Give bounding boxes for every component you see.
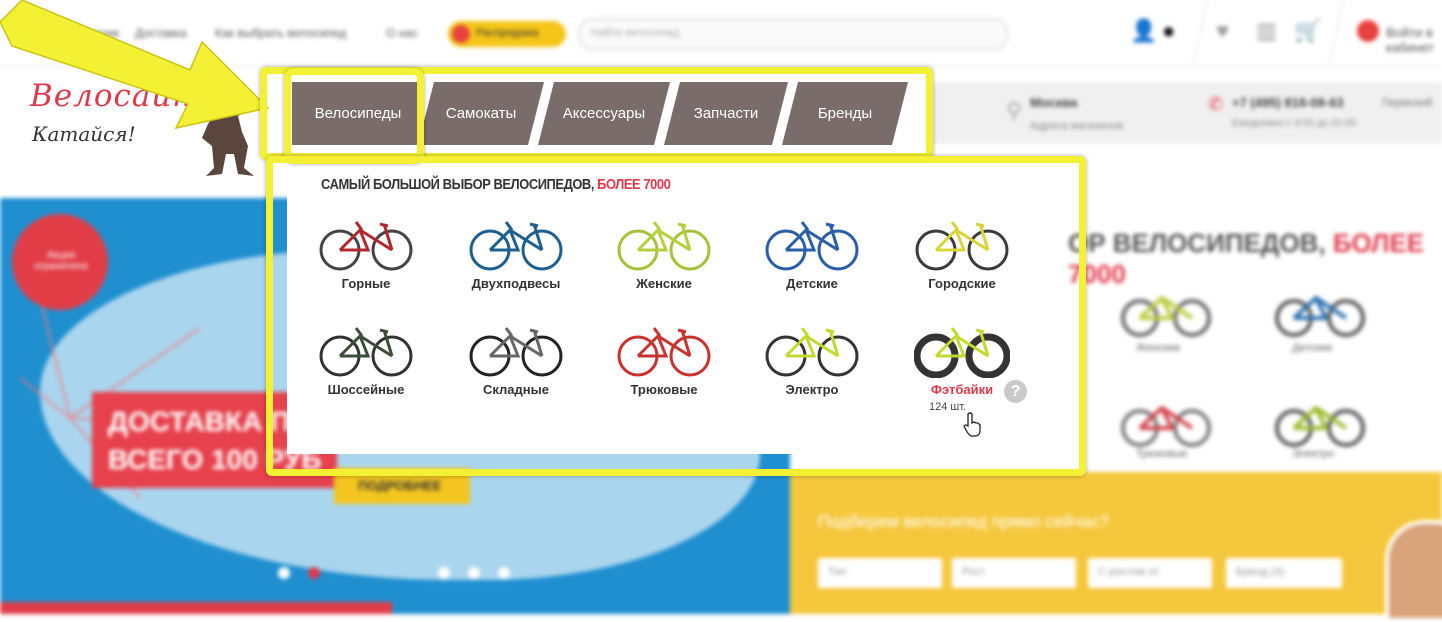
bike-thumb[interactable] [1118, 392, 1214, 448]
compare-icon[interactable]: ▥ [1256, 18, 1277, 44]
percent-icon [452, 25, 470, 43]
contact-bar [925, 82, 1442, 144]
category-label: Женские [636, 276, 692, 291]
phone-extra: Пермский [1382, 97, 1433, 109]
category-label[interactable]: Женские [1136, 342, 1181, 354]
hand-cursor-icon [963, 412, 981, 437]
bike-image [914, 327, 1010, 378]
user-icon[interactable]: 👤 [1130, 18, 1157, 44]
slider-dot-active[interactable] [308, 567, 320, 579]
phone-icon: ✆ [1208, 94, 1224, 114]
bike-thumb[interactable] [1272, 282, 1368, 338]
category-label[interactable]: Электро [1292, 448, 1334, 460]
nav-item-parts[interactable]: Запчасти [664, 82, 788, 145]
category-3[interactable]: Женские [594, 212, 734, 291]
category-label: Электро [785, 382, 839, 397]
divider [1329, 0, 1344, 62]
city-name[interactable]: Москва [1030, 95, 1077, 110]
store-addresses-link[interactable]: Адреса магазинов [1030, 120, 1123, 132]
category-6[interactable]: Шоссейные [296, 318, 436, 397]
promo-label: Распродажа [476, 27, 539, 39]
bike-thumb[interactable] [1272, 392, 1368, 448]
cart-icon[interactable]: 🛒 [1294, 18, 1321, 44]
category-label[interactable]: Трюковые [1136, 448, 1187, 460]
search-placeholder: Найти велосипед [591, 27, 680, 39]
category-label: Горные [341, 276, 391, 291]
phone-number[interactable]: +7 (495) 818-08-63 [1232, 95, 1344, 110]
category-9[interactable]: Электро [742, 318, 882, 397]
category-2[interactable]: Двухподвесы [446, 212, 586, 291]
nav-item-accessories[interactable]: Аксессуары [538, 82, 670, 145]
bottom-banner-strip [0, 602, 392, 614]
divider [1193, 0, 1208, 62]
nav-item-scooters[interactable]: Самокаты [418, 82, 544, 145]
fatbike-count: 124 шт. [929, 401, 967, 413]
bike-image [765, 221, 859, 271]
category-8[interactable]: Трюковые [594, 318, 734, 397]
help-icon[interactable]: ? [1004, 380, 1027, 403]
picker-select-from[interactable]: С ростом от [1088, 558, 1212, 588]
category-label: Детские [786, 276, 838, 291]
nav-item-brands[interactable]: Бренды [782, 82, 908, 145]
pointer-arrow-graphic [0, 0, 270, 130]
picker-select-type[interactable]: Тип [818, 558, 942, 588]
profile-dot-icon[interactable]: ● [1162, 18, 1175, 44]
search-input[interactable]: Найти велосипед [578, 18, 1008, 50]
bike-image [469, 221, 563, 271]
picker-select-brand[interactable]: Бренд (4) [1226, 558, 1342, 588]
right-section-heading: ОР ВЕЛОСИПЕДОВ, БОЛЕЕ 7000 [1068, 228, 1425, 289]
dropdown-heading: Самый большой выбор велосипедов, более 7… [321, 176, 671, 193]
bike-image [469, 327, 563, 377]
category-label: Шоссейные [327, 382, 405, 397]
bike-image [765, 327, 859, 377]
slider-dot[interactable] [468, 567, 480, 579]
slider-dot[interactable] [278, 567, 290, 579]
login-link[interactable]: Войти в кабинет [1386, 25, 1442, 55]
working-hours: Ежедневно с 9:00 до 21:00 [1232, 118, 1357, 129]
toplink-about[interactable]: О нас [386, 26, 418, 40]
login-icon[interactable] [1357, 20, 1379, 42]
slider-dot[interactable] [438, 567, 450, 579]
bike-thumb[interactable] [1118, 282, 1214, 338]
category-1[interactable]: Горные [296, 212, 436, 291]
bike-image [617, 221, 711, 271]
consultant-avatar [1385, 520, 1442, 622]
nav-active-highlight [284, 68, 424, 164]
bike-picker-title: Подберем велосипед прямо сейчас? [818, 512, 1110, 531]
category-label: Двухподвесы [471, 276, 561, 291]
category-label: Складные [483, 382, 549, 397]
slider-dot[interactable] [498, 567, 510, 579]
promo-button[interactable]: Распродажа [448, 21, 566, 47]
category-7[interactable]: Складные [446, 318, 586, 397]
picker-select-height[interactable]: Рост [952, 558, 1076, 588]
category-label: Городские [928, 276, 996, 291]
bike-image [319, 327, 413, 377]
promo-badge: Акция ограничена [12, 214, 108, 310]
bike-image [915, 221, 1009, 271]
bike-image [617, 327, 711, 377]
category-label[interactable]: Детские [1292, 342, 1333, 354]
bike-image [319, 221, 413, 271]
location-pin-icon: ⚲ [1006, 98, 1023, 123]
category-5[interactable]: Городские [892, 212, 1032, 291]
category-4[interactable]: Детские [742, 212, 882, 291]
bike-picker-panel [790, 472, 1442, 614]
category-label: Трюковые [630, 382, 698, 397]
heart-icon[interactable]: ♥ [1216, 18, 1229, 44]
